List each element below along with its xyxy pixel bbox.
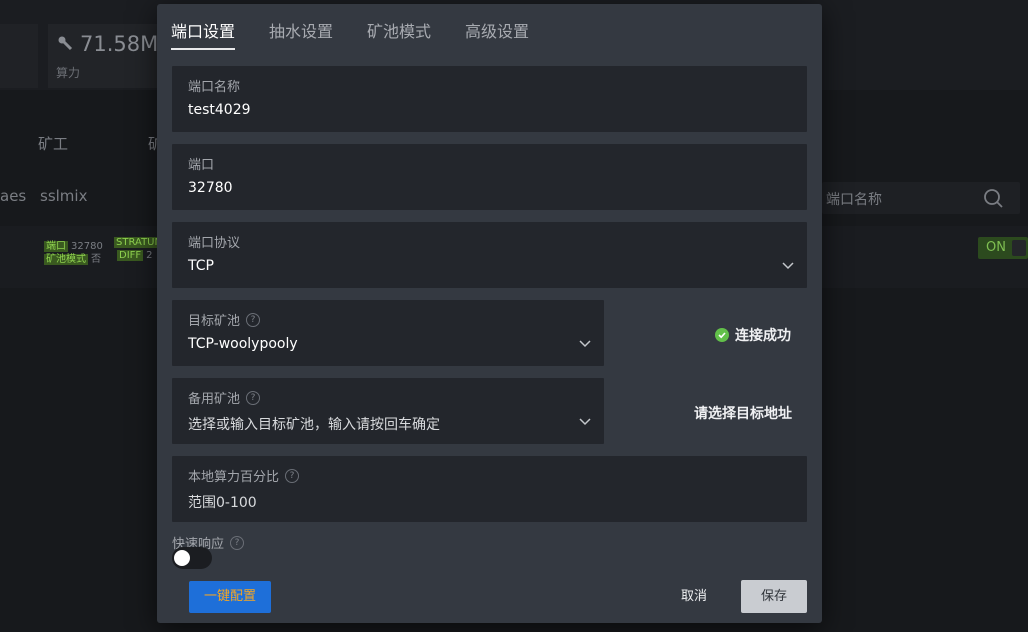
local-ratio-label: 本地算力百分比 ? (188, 466, 300, 485)
bg-on-toggle[interactable]: ON (978, 237, 1028, 259)
chevron-down-icon[interactable] (578, 416, 592, 426)
fast-response-toggle[interactable] (172, 547, 212, 569)
shovel-icon (58, 36, 73, 51)
check-circle-icon (715, 328, 729, 342)
bg-filter-sslmix[interactable]: sslmix (40, 187, 87, 205)
save-button[interactable]: 保存 (741, 580, 807, 613)
protocol-value: TCP (188, 258, 214, 274)
bg-tag-pool-mode: 矿池模式否 (44, 254, 101, 265)
port-name-field[interactable]: 端口名称 test4029 (172, 66, 807, 132)
target-pool-label: 目标矿池 ? (188, 310, 261, 329)
bg-tab-miners[interactable]: 矿工 (38, 133, 68, 154)
port-label: 端口 (188, 158, 215, 173)
tab-advanced-settings[interactable]: 高级设置 (465, 14, 529, 50)
bg-search-placeholder: 端口名称 (826, 192, 882, 208)
port-field[interactable]: 端口 32780 (172, 144, 807, 210)
backup-pool-placeholder[interactable]: 选择或输入目标矿池，输入请按回车确定 (188, 414, 440, 434)
bg-filter-aes[interactable]: aes (0, 187, 26, 205)
chevron-down-icon[interactable] (781, 260, 795, 270)
help-icon[interactable]: ? (285, 468, 300, 483)
chevron-down-icon[interactable] (578, 338, 592, 348)
bg-tag-diff: DIFF 2 (117, 250, 153, 261)
bg-hashrate-label: 算力 (56, 66, 81, 80)
help-icon[interactable]: ? (246, 312, 261, 327)
backup-pool-label: 备用矿池 ? (188, 388, 261, 407)
bg-stat-card (0, 24, 38, 88)
port-value[interactable]: 32780 (188, 180, 233, 196)
search-icon[interactable] (982, 187, 1004, 209)
tab-fee-settings[interactable]: 抽水设置 (269, 14, 333, 50)
local-ratio-field[interactable]: 本地算力百分比 ? 范围0-100 (172, 456, 807, 522)
protocol-label: 端口协议 (188, 236, 241, 251)
backup-pool-hint: 请选择目标地址 (694, 406, 792, 422)
port-name-value[interactable]: test4029 (188, 102, 251, 118)
help-icon[interactable]: ? (246, 390, 261, 405)
port-settings-dialog: 端口设置 抽水设置 矿池模式 高级设置 端口名称 test4029 端口 327… (157, 4, 822, 623)
toggle-knob (174, 550, 190, 566)
help-icon[interactable]: ? (230, 535, 245, 550)
local-ratio-placeholder[interactable]: 范围0-100 (188, 492, 257, 512)
dialog-tabs: 端口设置 抽水设置 矿池模式 高级设置 (171, 14, 529, 50)
backup-pool-select[interactable]: 备用矿池 ? 选择或输入目标矿池，输入请按回车确定 (172, 378, 604, 444)
protocol-select[interactable]: 端口协议 TCP (172, 222, 807, 288)
cancel-button[interactable]: 取消 (667, 581, 721, 613)
connection-status: 连接成功 (715, 325, 791, 345)
tab-pool-mode[interactable]: 矿池模式 (367, 14, 431, 50)
target-pool-value: TCP-woolypooly (188, 336, 298, 352)
one-click-config-button[interactable]: 一键配置 (189, 581, 271, 613)
port-name-label: 端口名称 (188, 80, 241, 95)
tab-port-settings[interactable]: 端口设置 (171, 14, 236, 50)
target-pool-select[interactable]: 目标矿池 ? TCP-woolypooly (172, 300, 604, 366)
